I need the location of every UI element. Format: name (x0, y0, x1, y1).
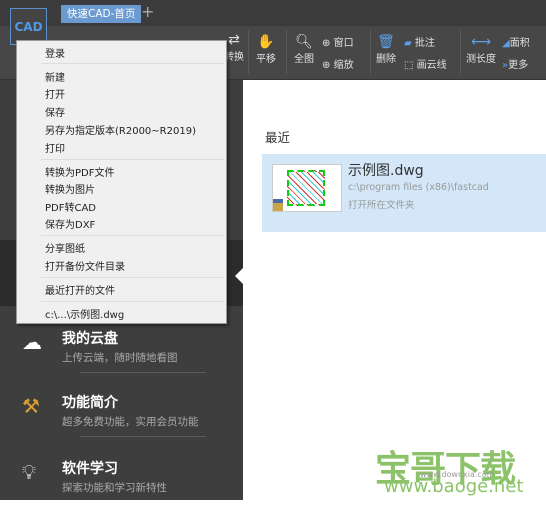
more-button[interactable]: »更多 (502, 56, 528, 71)
convert-button[interactable]: ⇄ 转换 (224, 32, 244, 63)
cloud-line-button[interactable]: ⬚ 画云线 (404, 56, 447, 71)
menu-item-save[interactable]: 保存 (45, 104, 65, 119)
tab-home[interactable]: 快速CAD-首页 (61, 5, 142, 23)
file-name: 示例图.dwg (348, 163, 424, 179)
ruler-icon: ⟷ (470, 34, 492, 50)
menu-item-print[interactable]: 打印 (45, 140, 65, 155)
menu-item-login[interactable]: 登录 (45, 45, 65, 60)
menu-item-save-dxf[interactable]: 保存为DXF (45, 216, 95, 231)
annotate-icon: ▰ (404, 38, 412, 49)
area-button[interactable]: ◢面积 (502, 34, 530, 49)
cloud-icon: ☁ (22, 330, 42, 354)
trash-icon: 🗑︎ (377, 34, 395, 50)
lightbulb-icon: 💡︎ (22, 460, 36, 484)
convert-icon: ⇄ (228, 32, 240, 48)
file-path: c:\program files (x86)\fastcad (348, 182, 489, 193)
open-folder-link[interactable]: 打开所在文件夹 (348, 197, 415, 211)
selection-pointer (235, 268, 243, 284)
menu-item-pdf-to-cad[interactable]: PDF转CAD (45, 199, 96, 214)
zoom-window-button[interactable]: ⊕ 窗口 (322, 34, 354, 49)
area-icon: ◢ (502, 38, 510, 49)
watermark-url: www.baoge.net (384, 476, 524, 497)
logo-text: CAD (14, 19, 43, 34)
annotate-button[interactable]: ▰ 批注 (404, 34, 435, 49)
menu-item-to-image[interactable]: 转换为图片 (45, 181, 95, 196)
sidebar-item-features[interactable]: ⚒ 功能简介 超多免费功能，实用会员功能 (0, 388, 243, 448)
menu-item-new[interactable]: 新建 (45, 69, 65, 84)
sidebar-item-learning[interactable]: 💡︎ 软件学习 探索功能和学习新特性 (0, 454, 243, 514)
recent-heading: 最近 (265, 130, 291, 145)
zoom-button[interactable]: ⊕ 缩放 (322, 56, 354, 71)
recent-file-card[interactable]: 示例图.dwg c:\program files (x86)\fastcad 打… (262, 154, 546, 232)
app-menu: 登录 新建 打开 保存 另存为指定版本(R2000~R2019) 打印 转换为P… (16, 40, 227, 324)
zoom-icon: ⊕ (322, 60, 331, 71)
new-tab-button[interactable]: + (141, 3, 154, 21)
menu-item-recent-files[interactable]: 最近打开的文件 (45, 282, 115, 297)
delete-button[interactable]: 🗑︎ 删除 (376, 34, 396, 65)
file-thumbnail (272, 164, 342, 212)
zoom-extents-button[interactable]: 🔍︎ 全图 (294, 34, 314, 65)
zoom-window-icon: ⊕ (322, 38, 331, 49)
hand-icon: ✋ (257, 34, 275, 50)
menu-item-open[interactable]: 打开 (45, 86, 65, 101)
pan-button[interactable]: ✋ 平移 (256, 34, 276, 65)
magnifier-icon: 🔍︎ (295, 34, 313, 50)
menu-item-save-as-version[interactable]: 另存为指定版本(R2000~R2019) (45, 122, 196, 137)
sidebar-item-cloud[interactable]: ☁ 我的云盘 上传云端，随时随地看图 (0, 324, 243, 384)
cloud-line-icon: ⬚ (404, 60, 414, 71)
menu-item-recent-file-1[interactable]: c:\...\示例图.dwg (45, 306, 124, 321)
tools-icon: ⚒ (22, 394, 40, 418)
measure-length-button[interactable]: ⟷ 测长度 (466, 34, 496, 65)
menu-item-share[interactable]: 分享图纸 (45, 240, 85, 255)
title-bar: 快速CAD-首页 + (0, 0, 546, 26)
menu-item-backup-dir[interactable]: 打开备份文件目录 (45, 258, 125, 273)
menu-item-to-pdf[interactable]: 转换为PDF文件 (45, 164, 114, 179)
